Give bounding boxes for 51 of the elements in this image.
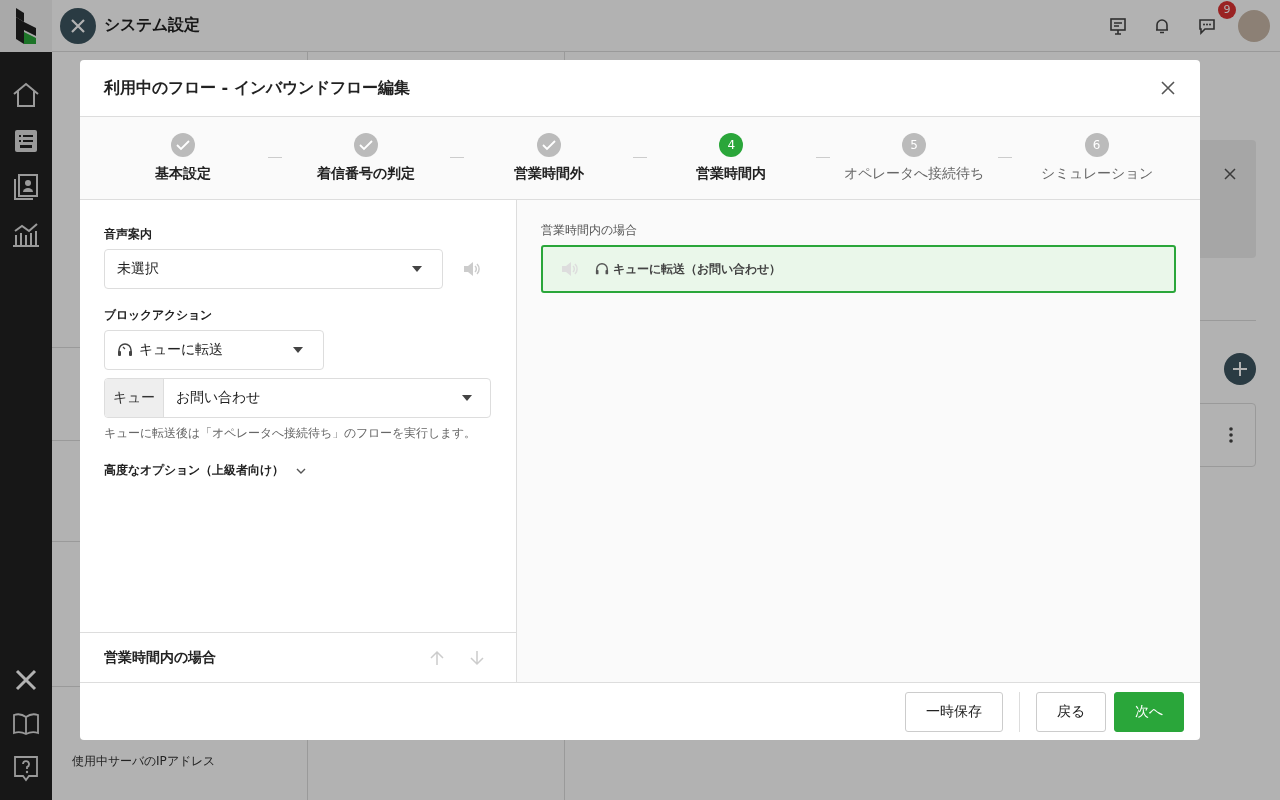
action-button[interactable]: 戻る bbox=[1036, 691, 1106, 732]
contact-card-icon[interactable] bbox=[14, 174, 38, 200]
help-text: キューに転送後は「オペレータへ接続待ち」のフローを実行します。 bbox=[104, 425, 476, 442]
step-number: 5 bbox=[910, 138, 918, 152]
section-label: 営業時間内の場合 bbox=[541, 222, 638, 239]
more-icon[interactable] bbox=[1229, 427, 1233, 443]
queue-select[interactable]: キュー お問い合わせ bbox=[104, 378, 491, 418]
headset-icon bbox=[595, 262, 609, 276]
add-button[interactable] bbox=[1224, 353, 1256, 385]
bell-icon[interactable] bbox=[1153, 16, 1171, 35]
block-action-select[interactable]: キューに転送 bbox=[104, 330, 324, 370]
plus-icon bbox=[1232, 361, 1248, 377]
step-label: 営業時間外 bbox=[513, 165, 584, 183]
caret-icon bbox=[462, 395, 472, 401]
home-icon[interactable] bbox=[12, 82, 40, 108]
step-label: シミュレーション bbox=[1040, 165, 1153, 183]
check-icon bbox=[359, 139, 373, 151]
caret-icon bbox=[293, 347, 303, 353]
list-icon[interactable] bbox=[14, 129, 38, 153]
close-icon[interactable] bbox=[1161, 81, 1175, 95]
check-icon bbox=[176, 139, 191, 151]
notification-badge: 9 bbox=[1218, 0, 1236, 19]
field-label: 音声案内 bbox=[104, 226, 152, 243]
step-label: 着信番号の判定 bbox=[317, 165, 415, 183]
step-label: 営業時間内 bbox=[696, 165, 767, 183]
step-number: 4 bbox=[727, 138, 736, 152]
queue-label: キュー bbox=[105, 379, 164, 417]
chart-icon[interactable] bbox=[12, 221, 40, 247]
speaker-icon bbox=[561, 262, 579, 276]
step-number: 6 bbox=[1092, 138, 1101, 152]
step-label: 基本設定 bbox=[155, 165, 212, 183]
advanced-options-toggle[interactable]: 高度なオプション（上級者向け） bbox=[104, 462, 306, 479]
board-icon[interactable] bbox=[1109, 16, 1127, 35]
logo-icon bbox=[14, 7, 38, 44]
field-label: ブロックアクション bbox=[104, 307, 212, 324]
help-icon[interactable] bbox=[14, 756, 38, 782]
check-icon bbox=[541, 139, 556, 151]
step-label: オペレータへ接続待ち bbox=[844, 165, 984, 183]
headset-icon bbox=[117, 342, 133, 358]
action-button[interactable]: 一時保存 bbox=[905, 691, 1003, 732]
voice-guidance-select[interactable]: 未選択 bbox=[104, 249, 443, 289]
dialog-title: 利用中のフロー - インバウンドフロー編集 bbox=[104, 77, 411, 99]
close-icon[interactable] bbox=[1224, 168, 1236, 180]
chevron-icon bbox=[296, 467, 306, 474]
flow-block[interactable]: キューに転送（お問い合わせ） bbox=[541, 245, 1176, 293]
app-title: システム設定 bbox=[104, 15, 200, 36]
menu-item[interactable]: 使用中サーバのIPアドレス bbox=[52, 745, 307, 778]
chat-icon[interactable] bbox=[1197, 16, 1217, 35]
caret-icon bbox=[412, 266, 422, 272]
book-icon[interactable] bbox=[13, 713, 39, 735]
section-title: 営業時間内の場合 bbox=[104, 648, 217, 667]
